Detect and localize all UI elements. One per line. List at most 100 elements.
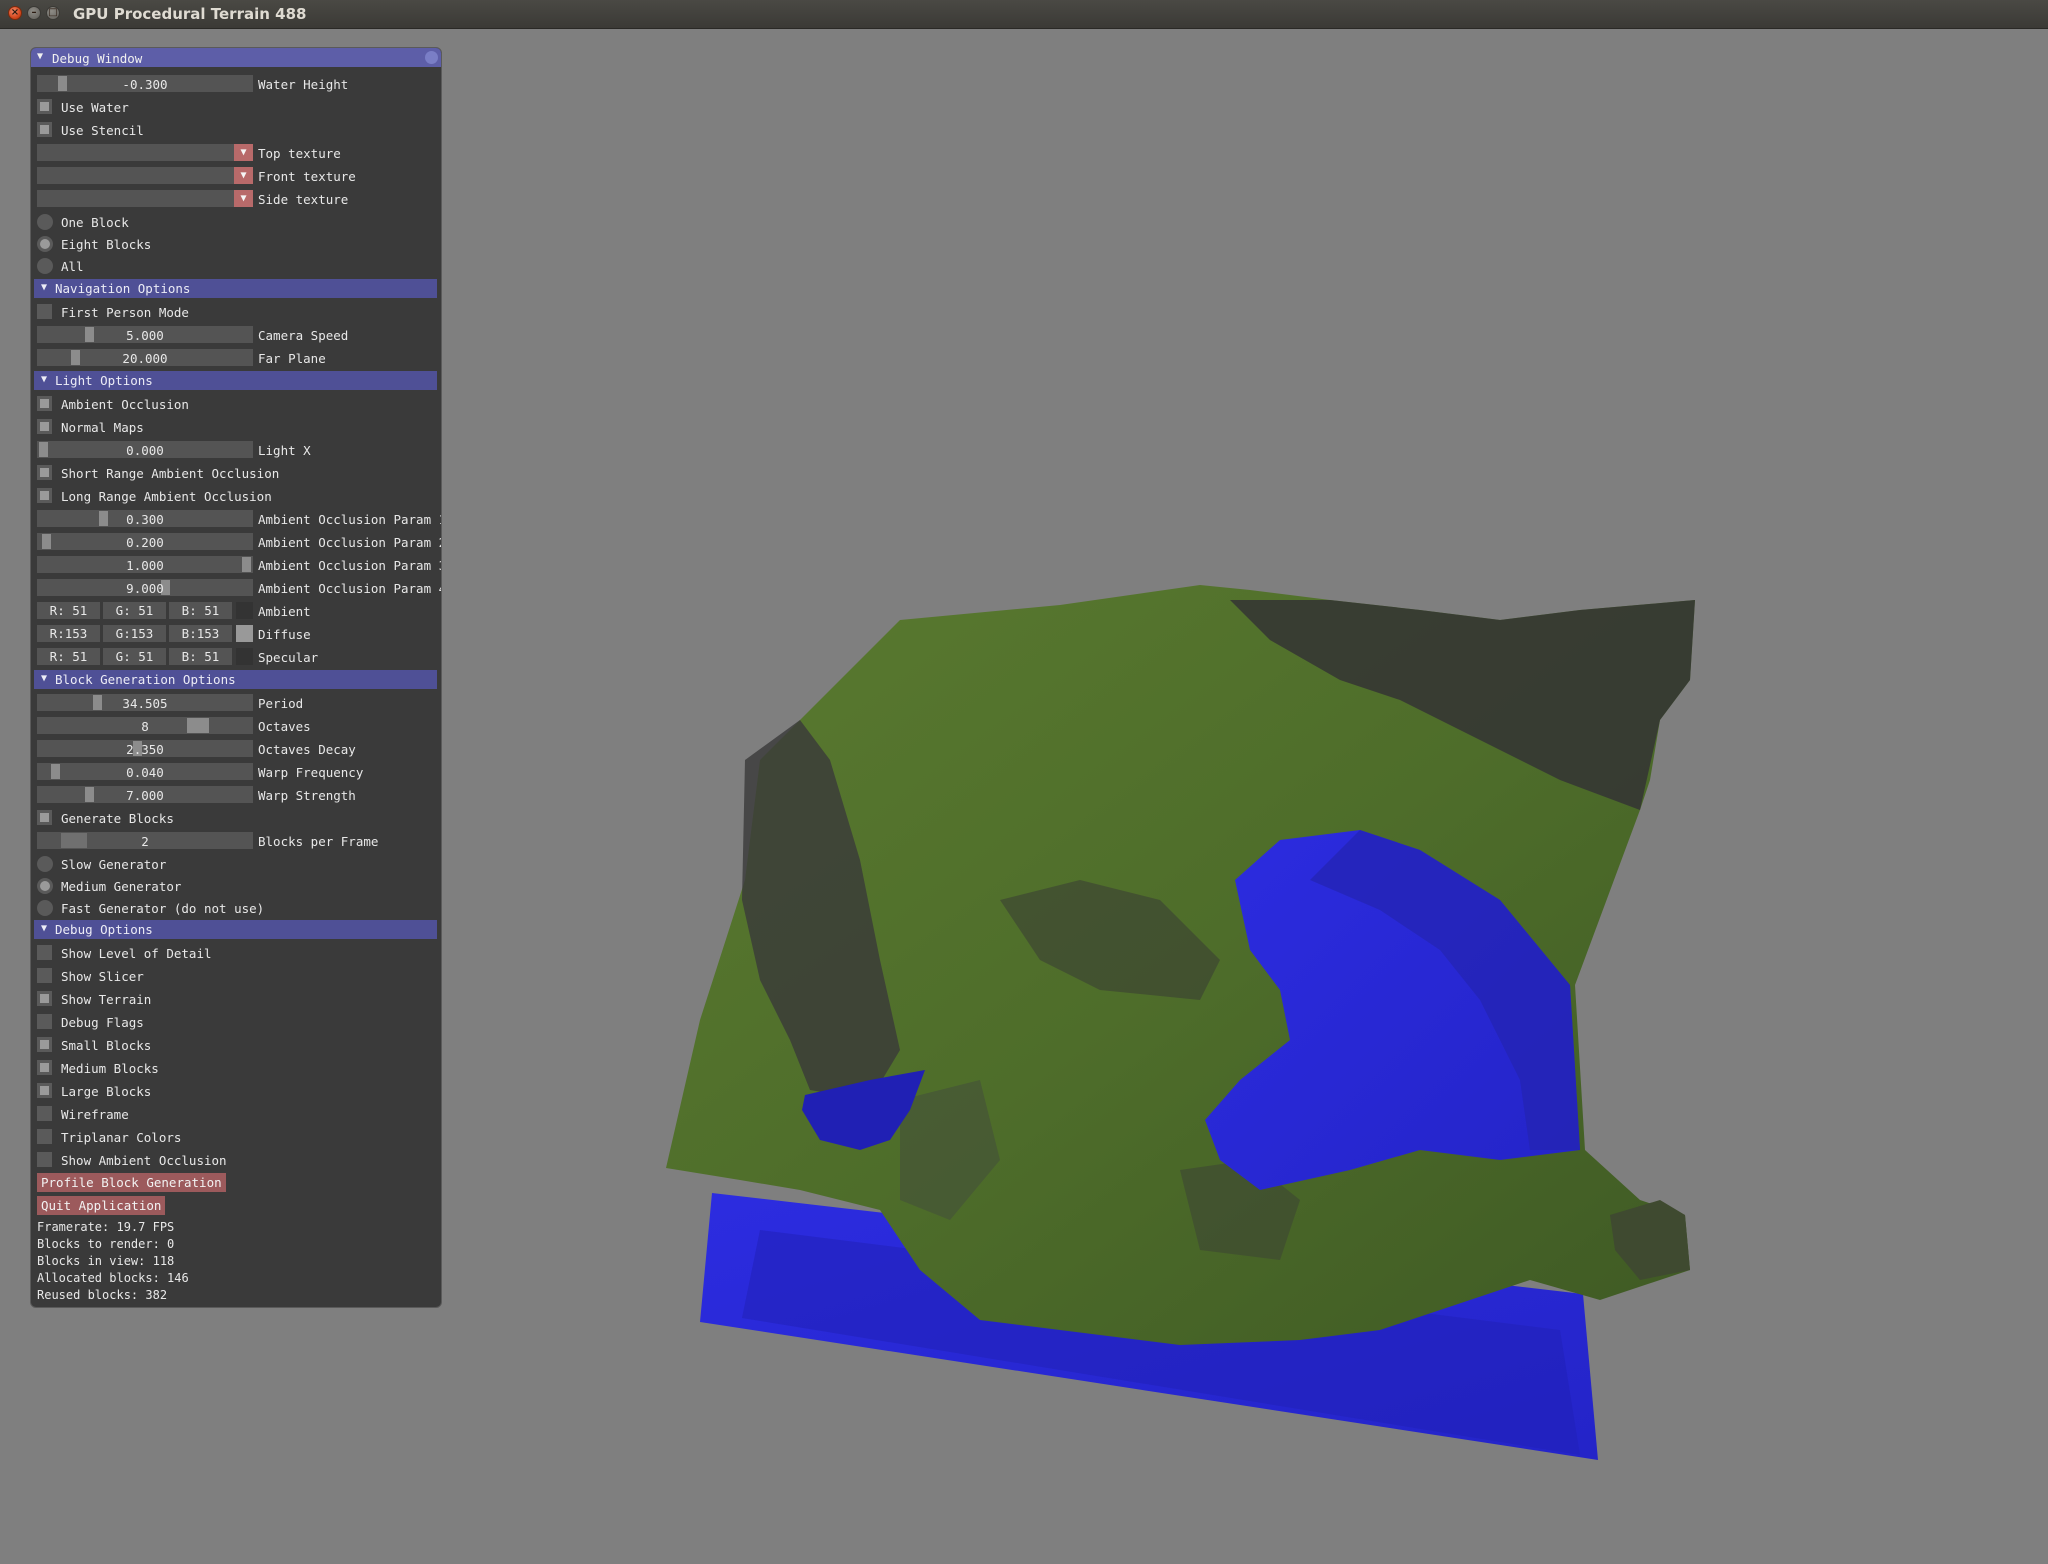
far-plane-row: 20.000 Far Plane bbox=[31, 348, 441, 368]
triplanar-colors-row[interactable]: Triplanar Colors bbox=[31, 1127, 441, 1147]
radio-slow-generator[interactable]: Slow Generator bbox=[31, 854, 441, 874]
large-blocks-checkbox[interactable] bbox=[37, 1083, 52, 1098]
specular-g-field[interactable]: G: 51 bbox=[103, 648, 166, 665]
light-x-slider[interactable]: 0.000 bbox=[37, 441, 253, 458]
show-terrain-checkbox[interactable] bbox=[37, 991, 52, 1006]
ambient-b-field[interactable]: B: 51 bbox=[169, 602, 232, 619]
radio-one-block[interactable]: One Block bbox=[31, 212, 441, 232]
medium-blocks-checkbox[interactable] bbox=[37, 1060, 52, 1075]
diffuse-r-field[interactable]: R:153 bbox=[37, 625, 100, 642]
debug-flags-row[interactable]: Debug Flags bbox=[31, 1012, 441, 1032]
first-person-checkbox[interactable] bbox=[37, 304, 52, 319]
top-texture-combo[interactable]: ▼ bbox=[37, 144, 253, 161]
debug-window-title: Debug Window bbox=[52, 51, 143, 66]
specular-b-field[interactable]: B: 51 bbox=[169, 648, 232, 665]
collapse-arrow-icon[interactable]: ▼ bbox=[41, 374, 47, 385]
collapse-arrow-icon[interactable]: ▼ bbox=[41, 673, 47, 684]
show-lod-checkbox[interactable] bbox=[37, 945, 52, 960]
ambient-g-field[interactable]: G: 51 bbox=[103, 602, 166, 619]
dropdown-arrow-icon[interactable]: ▼ bbox=[234, 144, 253, 161]
section-block-generation-options[interactable]: ▼ Block Generation Options bbox=[34, 670, 437, 689]
warp-frequency-slider[interactable]: 0.040 bbox=[37, 763, 253, 780]
use-water-checkbox[interactable] bbox=[37, 99, 52, 114]
generate-blocks-row[interactable]: Generate Blocks bbox=[31, 808, 441, 828]
octaves-slider[interactable]: 8 bbox=[37, 717, 253, 734]
medium-blocks-row[interactable]: Medium Blocks bbox=[31, 1058, 441, 1078]
show-lod-row[interactable]: Show Level of Detail bbox=[31, 943, 441, 963]
first-person-row[interactable]: First Person Mode bbox=[31, 302, 441, 322]
radio-button[interactable] bbox=[37, 214, 53, 230]
short-range-ao-row[interactable]: Short Range Ambient Occlusion bbox=[31, 463, 441, 483]
warp-strength-slider[interactable]: 7.000 bbox=[37, 786, 253, 803]
ao-param2-slider[interactable]: 0.200 bbox=[37, 533, 253, 550]
collapse-arrow-icon[interactable]: ▼ bbox=[41, 282, 47, 293]
show-ao-checkbox[interactable] bbox=[37, 1152, 52, 1167]
window-close-icon[interactable] bbox=[425, 51, 438, 64]
stat-blocks-in-view: Blocks in view: 118 bbox=[37, 1254, 175, 1268]
profile-block-generation-button[interactable]: Profile Block Generation bbox=[37, 1173, 226, 1192]
dropdown-arrow-icon[interactable]: ▼ bbox=[234, 167, 253, 184]
ambient-occlusion-row[interactable]: Ambient Occlusion bbox=[31, 394, 441, 414]
period-slider[interactable]: 34.505 bbox=[37, 694, 253, 711]
radio-button[interactable] bbox=[37, 258, 53, 274]
short-range-ao-checkbox[interactable] bbox=[37, 465, 52, 480]
large-blocks-row[interactable]: Large Blocks bbox=[31, 1081, 441, 1101]
radio-eight-blocks[interactable]: Eight Blocks bbox=[31, 234, 441, 254]
section-light-options[interactable]: ▼ Light Options bbox=[34, 371, 437, 390]
water-height-slider[interactable]: -0.300 bbox=[37, 75, 253, 92]
octaves-decay-slider[interactable]: 2.350 bbox=[37, 740, 253, 757]
radio-button[interactable] bbox=[37, 856, 53, 872]
dropdown-arrow-icon[interactable]: ▼ bbox=[234, 190, 253, 207]
triplanar-colors-checkbox[interactable] bbox=[37, 1129, 52, 1144]
close-icon[interactable]: × bbox=[8, 6, 22, 20]
use-stencil-checkbox[interactable] bbox=[37, 122, 52, 137]
side-texture-combo[interactable]: ▼ bbox=[37, 190, 253, 207]
small-blocks-checkbox[interactable] bbox=[37, 1037, 52, 1052]
radio-button[interactable] bbox=[37, 900, 53, 916]
debug-flags-checkbox[interactable] bbox=[37, 1014, 52, 1029]
far-plane-slider[interactable]: 20.000 bbox=[37, 349, 253, 366]
show-slicer-row[interactable]: Show Slicer bbox=[31, 966, 441, 986]
wireframe-row[interactable]: Wireframe bbox=[31, 1104, 441, 1124]
quit-application-button[interactable]: Quit Application bbox=[37, 1196, 166, 1215]
blocks-per-frame-row: 2 Blocks per Frame bbox=[31, 831, 441, 851]
ao-param4-slider[interactable]: 9.000 bbox=[37, 579, 253, 596]
camera-speed-slider[interactable]: 5.000 bbox=[37, 326, 253, 343]
use-stencil-row[interactable]: Use Stencil bbox=[31, 120, 441, 140]
radio-medium-generator[interactable]: Medium Generator bbox=[31, 876, 441, 896]
radio-button[interactable] bbox=[37, 878, 53, 894]
section-debug-options[interactable]: ▼ Debug Options bbox=[34, 920, 437, 939]
minimize-icon[interactable]: – bbox=[27, 6, 41, 20]
maximize-icon[interactable]: □ bbox=[46, 6, 60, 20]
collapse-arrow-icon[interactable]: ▼ bbox=[37, 51, 43, 62]
show-ao-row[interactable]: Show Ambient Occlusion bbox=[31, 1150, 441, 1170]
diffuse-b-field[interactable]: B:153 bbox=[169, 625, 232, 642]
radio-button[interactable] bbox=[37, 236, 53, 252]
ao-param3-slider[interactable]: 1.000 bbox=[37, 556, 253, 573]
generate-blocks-checkbox[interactable] bbox=[37, 810, 52, 825]
collapse-arrow-icon[interactable]: ▼ bbox=[41, 923, 47, 934]
radio-fast-generator[interactable]: Fast Generator (do not use) bbox=[31, 898, 441, 918]
wireframe-checkbox[interactable] bbox=[37, 1106, 52, 1121]
ambient-occlusion-checkbox[interactable] bbox=[37, 396, 52, 411]
normal-maps-checkbox[interactable] bbox=[37, 419, 52, 434]
show-terrain-row[interactable]: Show Terrain bbox=[31, 989, 441, 1009]
specular-swatch[interactable] bbox=[236, 648, 253, 665]
show-slicer-checkbox[interactable] bbox=[37, 968, 52, 983]
front-texture-combo[interactable]: ▼ bbox=[37, 167, 253, 184]
ambient-swatch[interactable] bbox=[236, 602, 253, 619]
small-blocks-row[interactable]: Small Blocks bbox=[31, 1035, 441, 1055]
use-water-row[interactable]: Use Water bbox=[31, 97, 441, 117]
diffuse-g-field[interactable]: G:153 bbox=[103, 625, 166, 642]
debug-window-header[interactable]: ▼ Debug Window bbox=[31, 48, 441, 67]
radio-all[interactable]: All bbox=[31, 256, 441, 276]
long-range-ao-row[interactable]: Long Range Ambient Occlusion bbox=[31, 486, 441, 506]
long-range-ao-checkbox[interactable] bbox=[37, 488, 52, 503]
diffuse-swatch[interactable] bbox=[236, 625, 253, 642]
section-navigation-options[interactable]: ▼ Navigation Options bbox=[34, 279, 437, 298]
ambient-r-field[interactable]: R: 51 bbox=[37, 602, 100, 619]
specular-r-field[interactable]: R: 51 bbox=[37, 648, 100, 665]
normal-maps-row[interactable]: Normal Maps bbox=[31, 417, 441, 437]
ao-param1-slider[interactable]: 0.300 bbox=[37, 510, 253, 527]
blocks-per-frame-slider[interactable]: 2 bbox=[37, 832, 253, 849]
